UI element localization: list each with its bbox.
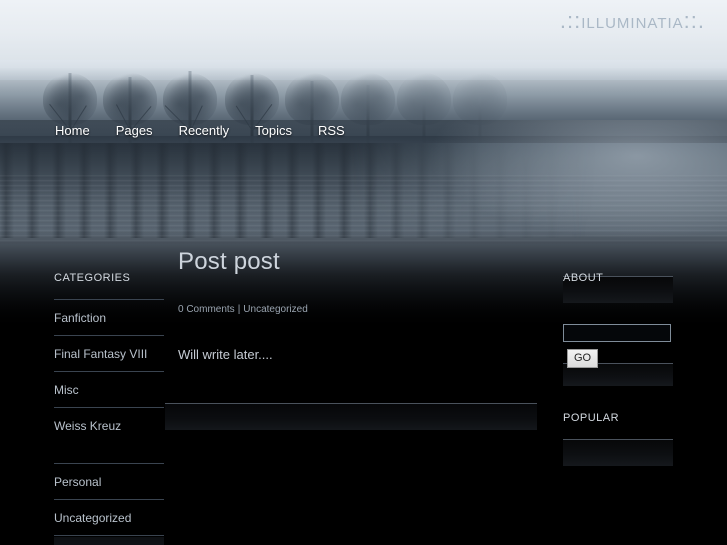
category-link-final-fantasy-viii[interactable]: Final Fantasy VIII bbox=[54, 347, 147, 361]
list-item[interactable]: Uncategorized bbox=[54, 499, 164, 535]
distant-fog bbox=[427, 120, 727, 240]
category-link-personal[interactable]: Personal bbox=[54, 475, 101, 489]
post-meta-separator: | bbox=[237, 304, 241, 315]
nav-item-home[interactable]: Home bbox=[55, 123, 90, 138]
search-input[interactable] bbox=[563, 324, 671, 342]
category-list: Fanfiction Final Fantasy VIII Misc Weiss… bbox=[54, 299, 164, 535]
nav-item-rss[interactable]: RSS bbox=[318, 123, 345, 138]
list-spacer bbox=[54, 443, 164, 463]
category-link-misc[interactable]: Misc bbox=[54, 383, 79, 397]
category-footer-panel bbox=[54, 537, 164, 545]
page-title: Post post bbox=[178, 248, 280, 275]
category-link-uncategorized[interactable]: Uncategorized bbox=[54, 511, 131, 525]
list-item[interactable]: Weiss Kreuz bbox=[54, 407, 164, 443]
post-body: Will write later.... bbox=[178, 347, 273, 362]
about-heading: About bbox=[563, 268, 604, 285]
tree bbox=[340, 73, 396, 143]
category-link-fanfiction[interactable]: Fanfiction bbox=[54, 311, 106, 325]
list-item[interactable]: Final Fantasy VIII bbox=[54, 335, 164, 371]
nav-item-recently[interactable]: Recently bbox=[179, 123, 230, 138]
post-meta: 0 Comments | Uncategorized bbox=[178, 304, 538, 315]
categories-heading: Categories bbox=[54, 268, 131, 285]
main-content: Post post 0 Comments | Uncategorized Will … bbox=[165, 248, 538, 430]
nav-item-topics[interactable]: Topics bbox=[255, 123, 292, 138]
left-sidebar: Categories Fanfiction Final Fantasy VIII… bbox=[54, 268, 164, 545]
popular-heading: Popular bbox=[563, 408, 620, 425]
popular-panel bbox=[563, 440, 673, 466]
post-comments-link[interactable]: 0 Comments bbox=[178, 304, 235, 315]
list-item[interactable]: Misc bbox=[54, 371, 164, 407]
list-item[interactable]: Personal bbox=[54, 463, 164, 499]
search-widget: GO bbox=[563, 323, 673, 386]
category-list-divider bbox=[54, 535, 164, 536]
page-root: .::Illuminatia::. Home Pages Recently To… bbox=[0, 0, 727, 545]
category-link-weiss-kreuz[interactable]: Weiss Kreuz bbox=[54, 419, 121, 433]
main-navigation: Home Pages Recently Topics RSS bbox=[55, 123, 345, 138]
popular-widget: Popular bbox=[563, 408, 673, 466]
list-item[interactable]: Fanfiction bbox=[54, 299, 164, 335]
nav-item-pages[interactable]: Pages bbox=[116, 123, 153, 138]
about-widget: About bbox=[563, 268, 673, 303]
right-sidebar: About GO Popular bbox=[563, 268, 673, 486]
site-title: .::Illuminatia::. bbox=[559, 8, 705, 33]
comments-panel bbox=[165, 403, 537, 430]
post-category-link[interactable]: Uncategorized bbox=[243, 304, 307, 315]
search-go-button[interactable]: GO bbox=[567, 349, 599, 368]
